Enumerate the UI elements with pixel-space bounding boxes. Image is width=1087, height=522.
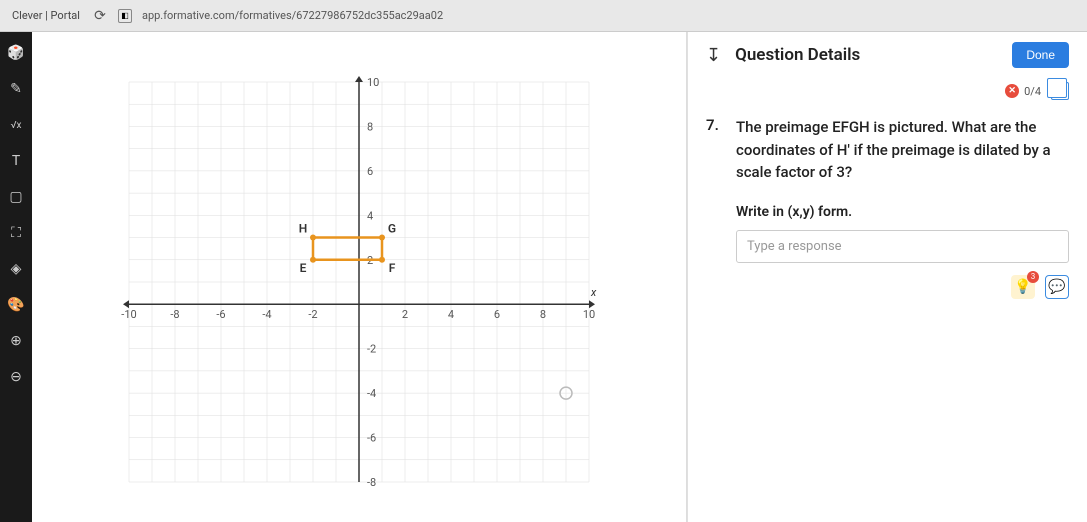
tag-icon[interactable]: ◈: [5, 258, 27, 280]
question-details-panel: ↧ Question Details Done ✕ 0/4 7. The pre…: [687, 32, 1087, 522]
copy-icon[interactable]: [1051, 82, 1069, 100]
svg-text:-4: -4: [262, 308, 271, 321]
svg-text:-4: -4: [367, 387, 376, 400]
svg-text:-8: -8: [170, 308, 179, 321]
svg-text:G: G: [388, 222, 396, 236]
svg-text:10: 10: [367, 76, 379, 89]
score-text: 0/4: [1024, 85, 1041, 98]
svg-text:8: 8: [540, 308, 546, 321]
zoom-in-icon[interactable]: ⊕: [5, 330, 27, 352]
svg-text:H: H: [299, 222, 308, 236]
coordinate-graph[interactable]: -10-8-6-4-2246810-8-6-4-2246810xEFGH: [109, 62, 609, 502]
svg-text:8: 8: [367, 120, 373, 133]
svg-text:10: 10: [583, 308, 595, 321]
dice-icon[interactable]: 🎲: [5, 42, 27, 64]
x-icon: ✕: [1005, 84, 1019, 98]
expand-icon[interactable]: ⛶: [5, 222, 27, 244]
url-text[interactable]: app.formative.com/formatives/67227986752…: [142, 9, 443, 22]
svg-text:6: 6: [367, 165, 373, 178]
svg-text:-10: -10: [121, 308, 136, 321]
math-icon[interactable]: √x: [5, 114, 27, 136]
svg-text:-8: -8: [367, 476, 376, 489]
palette-icon[interactable]: 🎨: [5, 294, 27, 316]
svg-text:x: x: [590, 286, 597, 299]
panel-title: Question Details: [735, 45, 860, 65]
done-button[interactable]: Done: [1012, 42, 1069, 68]
pencil-icon[interactable]: ✎: [5, 78, 27, 100]
reload-icon[interactable]: ⟳: [92, 8, 108, 24]
image-icon[interactable]: ▢: [5, 186, 27, 208]
svg-text:-6: -6: [367, 432, 376, 445]
svg-text:-6: -6: [216, 308, 225, 321]
svg-text:F: F: [389, 261, 396, 275]
response-input[interactable]: Type a response: [736, 230, 1069, 263]
tab-title: Clever | Portal: [12, 9, 80, 22]
svg-text:4: 4: [367, 209, 373, 222]
placeholder-text: Type a response: [747, 239, 842, 254]
canvas-area: -10-8-6-4-2246810-8-6-4-2246810xEFGH: [32, 32, 686, 522]
svg-text:4: 4: [448, 308, 454, 321]
svg-text:E: E: [300, 261, 307, 275]
zoom-out-icon[interactable]: ⊖: [5, 366, 27, 388]
question-text: The preimage EFGH is pictured. What are …: [736, 116, 1069, 184]
browser-bar: Clever | Portal ⟳ ◧ app.formative.com/fo…: [0, 0, 1087, 32]
svg-text:-2: -2: [308, 308, 317, 321]
text-icon[interactable]: T: [5, 150, 27, 172]
svg-text:6: 6: [494, 308, 500, 321]
question-number: 7.: [706, 116, 724, 184]
chat-button[interactable]: 💬: [1045, 275, 1069, 299]
left-toolbar: 🎲 ✎ √x T ▢ ⛶ ◈ 🎨 ⊕ ⊖: [0, 32, 32, 522]
score-badge: ✕ 0/4: [1005, 84, 1041, 98]
hint-count: 3: [1027, 271, 1039, 283]
site-icon: ◧: [118, 9, 132, 23]
collapse-icon[interactable]: ↧: [706, 45, 721, 66]
hint-button[interactable]: 💡3: [1011, 275, 1035, 299]
svg-text:2: 2: [402, 308, 408, 321]
answer-instruction: Write in (x,y) form.: [736, 204, 1069, 220]
svg-text:-2: -2: [367, 343, 376, 356]
